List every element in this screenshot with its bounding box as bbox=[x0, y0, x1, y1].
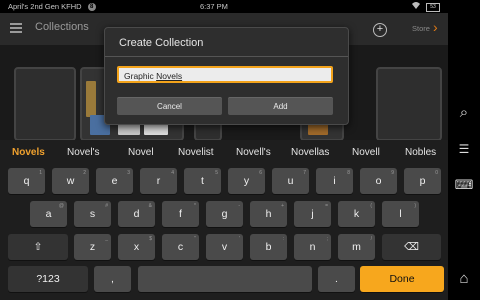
add-collection-icon[interactable]: + bbox=[373, 23, 387, 37]
on-screen-keyboard: Novels Novel's Novel Novelist Novell's N… bbox=[0, 140, 448, 300]
collection-tile[interactable] bbox=[14, 67, 76, 141]
period-key[interactable]: . bbox=[318, 266, 355, 292]
suggestion-item[interactable]: Novel bbox=[128, 142, 154, 164]
key-q[interactable]: 1q bbox=[8, 168, 45, 194]
notes-icon[interactable]: ☰ bbox=[448, 142, 480, 156]
chevron-right-icon[interactable]: › bbox=[433, 19, 438, 35]
notification-badge[interactable]: 8 bbox=[87, 3, 96, 12]
page-title: Collections bbox=[35, 21, 89, 33]
search-icon[interactable]: ⌕ bbox=[448, 104, 480, 121]
key-n[interactable]: ; n bbox=[294, 234, 331, 260]
space-bar[interactable] bbox=[138, 266, 312, 292]
collection-name-input[interactable]: Graphic Novels bbox=[117, 66, 333, 83]
create-collection-dialog: Create Collection Graphic Novels Cancel … bbox=[104, 27, 349, 125]
key-u[interactable]: 7u bbox=[272, 168, 309, 194]
dialog-divider bbox=[105, 56, 348, 57]
key-e[interactable]: 3e bbox=[96, 168, 133, 194]
key-t[interactable]: 5t bbox=[184, 168, 221, 194]
key-b[interactable]: :b bbox=[250, 234, 287, 260]
battery-icon: 53 bbox=[426, 3, 440, 12]
store-link[interactable]: Store bbox=[412, 24, 430, 33]
status-bar: April's 2nd Gen KFHD 8 6:37 PM 53 bbox=[0, 0, 448, 13]
symbols-key[interactable]: ?123 bbox=[8, 266, 88, 292]
comma-key[interactable]: , bbox=[94, 266, 131, 292]
collection-tile[interactable] bbox=[376, 67, 442, 141]
key-d[interactable]: & d bbox=[118, 201, 155, 227]
suggestion-item[interactable]: Novel's bbox=[67, 142, 99, 164]
key-c[interactable]: " c bbox=[162, 234, 199, 260]
done-button[interactable]: Done bbox=[360, 266, 444, 292]
key-v[interactable]: ' v bbox=[206, 234, 243, 260]
key-h[interactable]: + h bbox=[250, 201, 287, 227]
key-p[interactable]: 0p bbox=[404, 168, 441, 194]
key-j[interactable]: = j bbox=[294, 201, 331, 227]
key-a[interactable]: @ a bbox=[30, 201, 67, 227]
key-k[interactable]: (k bbox=[338, 201, 375, 227]
key-w[interactable]: 2w bbox=[52, 168, 89, 194]
menu-icon[interactable] bbox=[10, 23, 22, 33]
key-z[interactable]: _ z bbox=[74, 234, 111, 260]
backspace-key[interactable]: ⌫ bbox=[382, 234, 441, 260]
key-f[interactable]: * f bbox=[162, 201, 199, 227]
key-x[interactable]: $ x bbox=[118, 234, 155, 260]
keyboard-icon[interactable]: ⌨ bbox=[448, 177, 480, 193]
key-g[interactable]: -g bbox=[206, 201, 243, 227]
cancel-button[interactable]: Cancel bbox=[117, 97, 222, 115]
add-button[interactable]: Add bbox=[228, 97, 333, 115]
suggestion-item[interactable]: Novellas bbox=[291, 142, 329, 164]
key-y[interactable]: 6y bbox=[228, 168, 265, 194]
suggestion-item[interactable]: Novels bbox=[12, 142, 45, 164]
key-l[interactable]: ) l bbox=[382, 201, 419, 227]
suggestion-item[interactable]: Novelist bbox=[178, 142, 214, 164]
key-m[interactable]: / m bbox=[338, 234, 375, 260]
suggestion-item[interactable]: Novell's bbox=[236, 142, 271, 164]
home-icon[interactable]: ⌂ bbox=[448, 270, 480, 287]
system-nav-bar: ⌕ ☰ ⌨ ⌂ bbox=[448, 0, 480, 300]
key-i[interactable]: 8i bbox=[316, 168, 353, 194]
key-o[interactable]: 9o bbox=[360, 168, 397, 194]
device-name: April's 2nd Gen KFHD 8 bbox=[8, 0, 96, 13]
key-s[interactable]: # s bbox=[74, 201, 111, 227]
clock: 6:37 PM bbox=[200, 2, 228, 11]
shift-key[interactable]: ⇧ bbox=[8, 234, 68, 260]
suggestion-item[interactable]: Nobles bbox=[405, 142, 436, 164]
suggestion-item[interactable]: Novell bbox=[352, 142, 380, 164]
dialog-title: Create Collection bbox=[119, 37, 204, 49]
key-r[interactable]: 4r bbox=[140, 168, 177, 194]
